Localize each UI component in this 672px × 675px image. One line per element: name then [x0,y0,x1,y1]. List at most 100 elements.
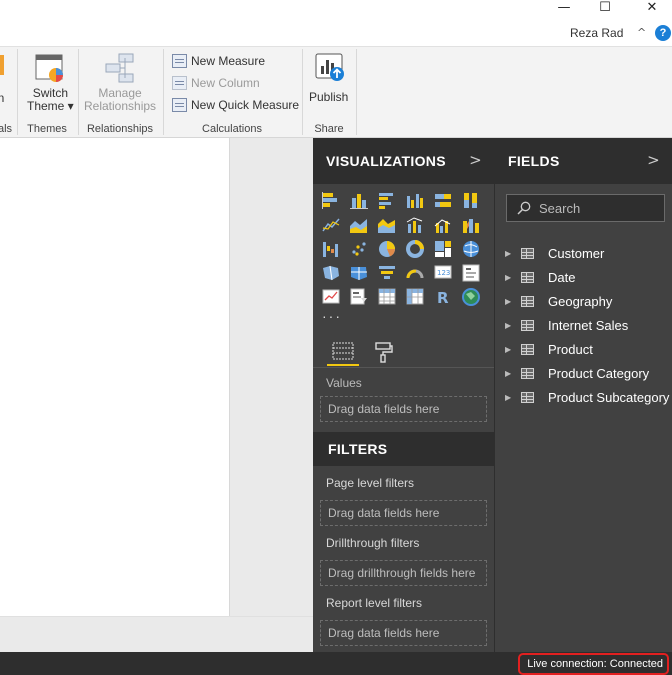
table-icon [521,295,534,307]
pie-chart-icon[interactable] [379,241,395,257]
tab-format[interactable] [368,338,400,366]
area-chart-icon[interactable] [350,219,367,233]
page-tabs-bar [0,616,313,652]
field-table-product[interactable]: ▶ Product [505,338,593,360]
svg-text:123: 123 [437,269,450,277]
r-script-visual-icon[interactable]: R [437,289,449,307]
line-and-clustered-column-chart-icon[interactable] [434,219,451,233]
field-table-internet-sales[interactable]: ▶ Internet Sales [505,314,628,336]
stacked-bar-chart-icon[interactable] [322,192,337,209]
values-drop-zone[interactable]: Drag data fields here [320,396,487,422]
card-icon[interactable]: 123 [434,265,452,279]
line-chart-icon[interactable] [322,218,340,232]
clustered-bar-chart-icon[interactable] [379,193,393,209]
table-visual-icon[interactable] [378,288,396,305]
new-quick-measure-button[interactable]: New Quick Measure [172,98,299,112]
user-name[interactable]: Reza Rad [570,26,623,40]
table-icon [521,319,534,331]
line-and-stacked-column-chart-icon[interactable] [406,217,423,233]
stacked-area-chart-icon[interactable] [378,219,395,233]
tab-fields[interactable] [327,338,359,366]
shape-map-icon[interactable] [351,267,367,280]
collapse-ribbon-icon[interactable]: ^ [637,26,646,39]
treemap-icon[interactable] [435,241,451,257]
field-table-product-category[interactable]: ▶ Product Category [505,362,649,384]
ribbon-group-share: Publish Share [303,47,355,138]
expand-icon[interactable]: ▶ [505,321,517,330]
ribbon-group-relationships: Manage Relationships Relationships [79,47,161,138]
ribbon-separator [356,49,357,135]
visualizations-header: VISUALIZATIONS > [313,138,494,184]
map-icon[interactable] [463,241,479,257]
slicer-icon[interactable] [350,288,367,305]
report-page[interactable] [0,138,230,616]
partial-ribbon-button[interactable]: n [0,51,8,105]
expand-icon[interactable]: ▶ [505,345,517,354]
report-filters-drop-zone[interactable]: Drag data fields here [320,620,487,646]
paint-roller-icon [375,342,393,363]
close-button[interactable]: ✕ [632,0,672,15]
drillthrough-drop-zone[interactable]: Drag drillthrough fields here [320,560,487,586]
fields-well-icon [332,342,354,360]
ribbon-group-visuals: n als [0,47,16,138]
gauge-icon[interactable] [406,269,424,279]
manage-relationships-icon [105,53,134,83]
manage-relationships-button[interactable]: Manage Relationships [84,51,156,113]
search-icon [517,201,531,215]
new-measure-button[interactable]: New Measure [172,54,265,68]
quick-measure-icon [172,98,187,112]
group-label-themes: Themes [27,123,67,135]
matrix-visual-icon[interactable] [406,288,424,305]
publish-button[interactable]: Publish [309,51,348,104]
values-well-label: Values [326,376,362,390]
expand-icon[interactable]: ▶ [505,273,517,282]
switch-theme-button[interactable]: Switch Theme ▾ [27,51,74,113]
funnel-icon[interactable] [379,266,395,279]
report-level-filters-label: Report level filters [326,596,423,610]
donut-chart-icon[interactable] [406,240,424,258]
help-icon[interactable]: ? [655,25,671,41]
field-table-product-subcategory[interactable]: ▶ Product Subcategory [505,386,669,408]
table-icon [521,271,534,283]
field-table-date[interactable]: ▶ Date [505,266,575,288]
group-label-calculations: Calculations [202,123,262,135]
search-placeholder: Search [539,200,581,216]
arcgis-map-icon[interactable] [462,288,480,306]
clustered-column-chart-icon[interactable] [407,194,423,208]
ribbon-chart-icon[interactable] [463,219,479,233]
field-table-customer[interactable]: ▶ Customer [505,242,604,264]
minimize-button[interactable]: — [544,0,584,15]
expand-icon[interactable]: ▶ [505,393,517,402]
field-table-geography[interactable]: ▶ Geography [505,290,612,312]
title-bar: — ☐ ✕ Reza Rad ^ ? [0,0,672,46]
visualizations-pane: VISUALIZATIONS > 123 R ··· Values Drag d… [313,138,494,652]
table-icon [521,343,534,355]
stacked-column-chart-icon[interactable] [350,194,368,209]
expand-icon[interactable]: ▶ [505,297,517,306]
waterfall-chart-icon[interactable] [323,242,338,257]
publish-icon [315,53,344,81]
table-icon [521,391,534,403]
page-level-filters-label: Page level filters [326,476,415,490]
maximize-button[interactable]: ☐ [585,0,625,15]
more-visuals-button[interactable]: ··· [322,308,342,324]
expand-icon[interactable]: ▶ [505,369,517,378]
collapse-chevron-icon[interactable]: > [469,151,482,169]
live-connection-status[interactable]: Live connection: Connected [518,653,669,675]
100-stacked-column-chart-icon[interactable] [464,193,477,208]
multi-row-card-icon[interactable] [462,264,480,282]
filled-map-icon[interactable] [323,265,339,281]
100-stacked-bar-chart-icon[interactable] [435,194,451,207]
group-label-share: Share [314,123,344,135]
expand-icon[interactable]: ▶ [505,249,517,258]
collapse-chevron-icon[interactable]: > [647,151,660,169]
svg-text:R: R [437,289,449,307]
fields-search-input[interactable]: Search [506,194,665,222]
report-canvas-area [0,138,313,652]
scatter-chart-icon[interactable] [352,242,366,256]
kpi-icon[interactable] [322,289,340,304]
page-filters-drop-zone[interactable]: Drag data fields here [320,500,487,526]
new-column-button[interactable]: New Column [172,76,260,90]
ribbon: n als Switch Theme ▾ Themes Manage Relat… [0,46,672,138]
table-column-icon [172,76,187,90]
